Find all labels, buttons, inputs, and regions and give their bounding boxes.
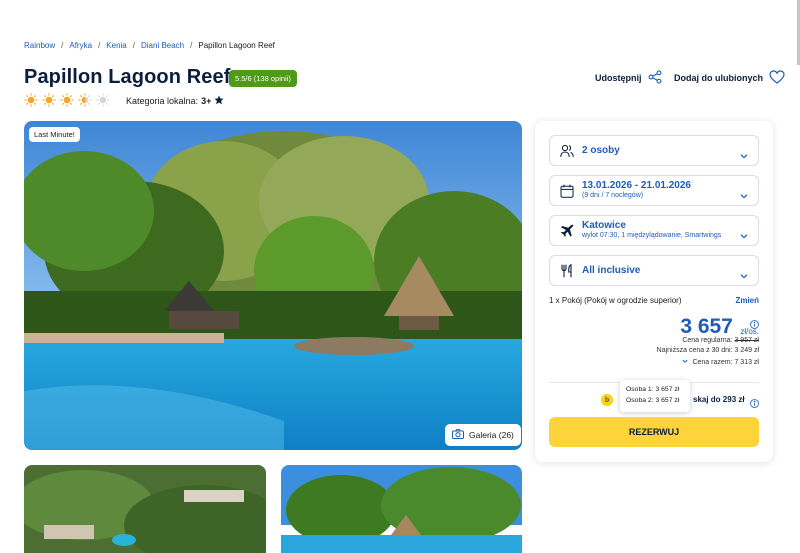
- tooltip-person-2: Osoba 2: 3 657 zł: [626, 397, 680, 404]
- savings-info-icon[interactable]: [750, 395, 759, 408]
- breadcrumb-current: Papillon Lagoon Reef: [198, 41, 275, 50]
- regular-price-value: 3 957 zł: [734, 337, 759, 344]
- chevron-down-icon: [682, 358, 689, 366]
- rating-badge[interactable]: 5.5/6 (138 opinii): [229, 70, 297, 87]
- users-icon: [560, 144, 574, 158]
- sun-icon: [60, 93, 74, 107]
- chevron-down-icon: [740, 267, 748, 278]
- breadcrumb-link-rainbow[interactable]: Rainbow: [24, 41, 55, 50]
- local-category-label: Kategoria lokalna:: [126, 96, 199, 106]
- breadcrumb-separator: /: [61, 41, 64, 50]
- half-sun-icon: [78, 93, 92, 107]
- chevron-down-icon: [740, 147, 748, 158]
- booking-panel: 2 osoby 13.01.2026 - 21.01.2026 (9 dni /…: [535, 121, 773, 462]
- camera-icon: [452, 429, 464, 441]
- regular-price-label: Cena regularna:: [682, 337, 733, 344]
- breadcrumb-separator: /: [132, 41, 135, 50]
- discount-logo-icon: b: [601, 394, 613, 406]
- share-label: Udostępnij: [595, 73, 642, 83]
- share-icon: [648, 70, 662, 86]
- heart-icon: [769, 70, 785, 86]
- total-price-toggle[interactable]: Cena razem: 7 313 zł: [682, 358, 759, 366]
- total-price: Cena razem: 7 313 zł: [692, 358, 759, 366]
- breadcrumb-separator: /: [98, 41, 101, 50]
- local-category: Kategoria lokalna: 3+: [126, 95, 224, 107]
- breadcrumb-separator: /: [190, 41, 193, 50]
- local-category-value: 3+: [201, 96, 212, 106]
- chevron-down-icon: [740, 227, 748, 238]
- dates-select[interactable]: 13.01.2026 - 21.01.2026 (9 dni / 7 nocle…: [549, 175, 759, 206]
- gallery-button[interactable]: Galeria (26): [445, 424, 521, 446]
- departure-city: Katowice: [582, 220, 626, 231]
- favorite-label: Dodaj do ulubionych: [674, 73, 763, 83]
- book-button[interactable]: REZERWUJ: [549, 417, 759, 447]
- regular-price-line: Cena regularna: 3 957 zł: [682, 337, 759, 344]
- sun-icon: [24, 93, 38, 107]
- star-icon: [214, 95, 224, 107]
- dates-value: 13.01.2026 - 21.01.2026: [582, 180, 691, 191]
- empty-sun-icon: [96, 93, 110, 107]
- departure-details: wylot 07:30, 1 międzylądowanie, Smartwin…: [582, 232, 722, 239]
- breadcrumb: Rainbow / Afryka / Kenia / Diani Beach /…: [24, 41, 275, 50]
- hotel-thumbnail-pool[interactable]: [281, 465, 522, 553]
- last-minute-badge: Last Minute!: [29, 127, 80, 142]
- hotel-thumbnail-aerial[interactable]: [24, 465, 266, 553]
- breadcrumb-link-afryka[interactable]: Afryka: [69, 41, 92, 50]
- tooltip-person-1: Osoba 1: 3 657 zł: [626, 386, 680, 393]
- persons-value: 2 osoby: [582, 145, 620, 156]
- price-breakdown-tooltip: Osoba 1: 3 657 zł Osoba 2: 3 657 zł: [620, 380, 690, 412]
- sun-rating: [24, 93, 110, 107]
- hotel-main-photo[interactable]: [24, 121, 522, 450]
- cutlery-icon: [560, 263, 574, 278]
- lowest-price-30d: Najniższa cena z 30 dni: 3 249 zł: [656, 347, 759, 354]
- price-unit: zł/os.: [740, 327, 759, 336]
- favorite-button[interactable]: Dodaj do ulubionych: [674, 70, 785, 86]
- change-room-link[interactable]: Zmień: [735, 296, 759, 305]
- departure-select[interactable]: Katowice wylot 07:30, 1 międzylądowanie,…: [549, 215, 759, 246]
- sun-icon: [42, 93, 56, 107]
- airplane-icon: [560, 224, 574, 238]
- breadcrumb-link-kenia[interactable]: Kenia: [106, 41, 126, 50]
- calendar-icon: [560, 184, 574, 198]
- savings-text: skaj do 293 zł: [693, 395, 745, 404]
- chevron-down-icon: [740, 187, 748, 198]
- gallery-label: Galeria (26): [469, 430, 514, 440]
- dates-duration: (9 dni / 7 noclegów): [582, 192, 644, 199]
- share-button[interactable]: Udostępnij: [595, 70, 662, 86]
- price-block: 3 657 zł/os.: [680, 315, 759, 339]
- page-title: Papillon Lagoon Reef: [24, 66, 231, 88]
- price-per-person: 3 657: [680, 315, 733, 338]
- persons-select[interactable]: 2 osoby: [549, 135, 759, 166]
- board-select[interactable]: All inclusive: [549, 255, 759, 286]
- room-description: 1 x Pokój (Pokój w ogrodzie superior): [549, 296, 682, 305]
- breadcrumb-link-diani-beach[interactable]: Diani Beach: [141, 41, 184, 50]
- board-value: All inclusive: [582, 265, 641, 276]
